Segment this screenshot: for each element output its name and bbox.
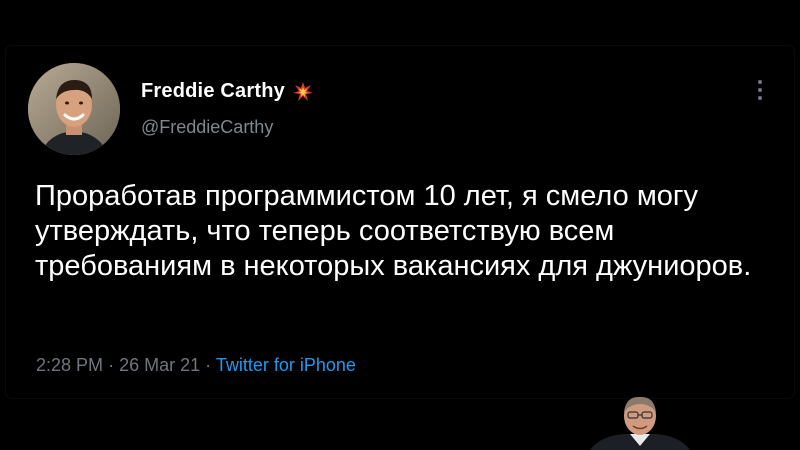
tweet-card: Freddie Carthy @FreddieCarthy Проработав… xyxy=(6,46,794,398)
vertical-ellipsis-icon[interactable] xyxy=(756,78,764,102)
collision-burst-icon xyxy=(292,81,313,101)
tweet-meta: 2:28 PM · 26 Mar 21 · Twitter for iPhone xyxy=(36,355,356,376)
avatar-photo-icon xyxy=(28,63,120,155)
tweet-source-link[interactable]: Twitter for iPhone xyxy=(216,355,356,375)
author-name[interactable]: Freddie Carthy xyxy=(141,80,313,103)
author-avatar[interactable] xyxy=(28,63,120,155)
tweet-time[interactable]: 2:28 PM xyxy=(36,355,103,375)
tweet-date[interactable]: 26 Mar 21 xyxy=(119,355,200,375)
meta-separator: · xyxy=(108,355,115,375)
author-name-text: Freddie Carthy xyxy=(141,80,285,102)
author-handle[interactable]: @FreddieCarthy xyxy=(141,117,273,138)
smiling-man-face-icon xyxy=(590,396,690,450)
meta-separator: · xyxy=(205,355,212,375)
tweet-text: Проработав программистом 10 лет, я смело… xyxy=(35,180,752,282)
